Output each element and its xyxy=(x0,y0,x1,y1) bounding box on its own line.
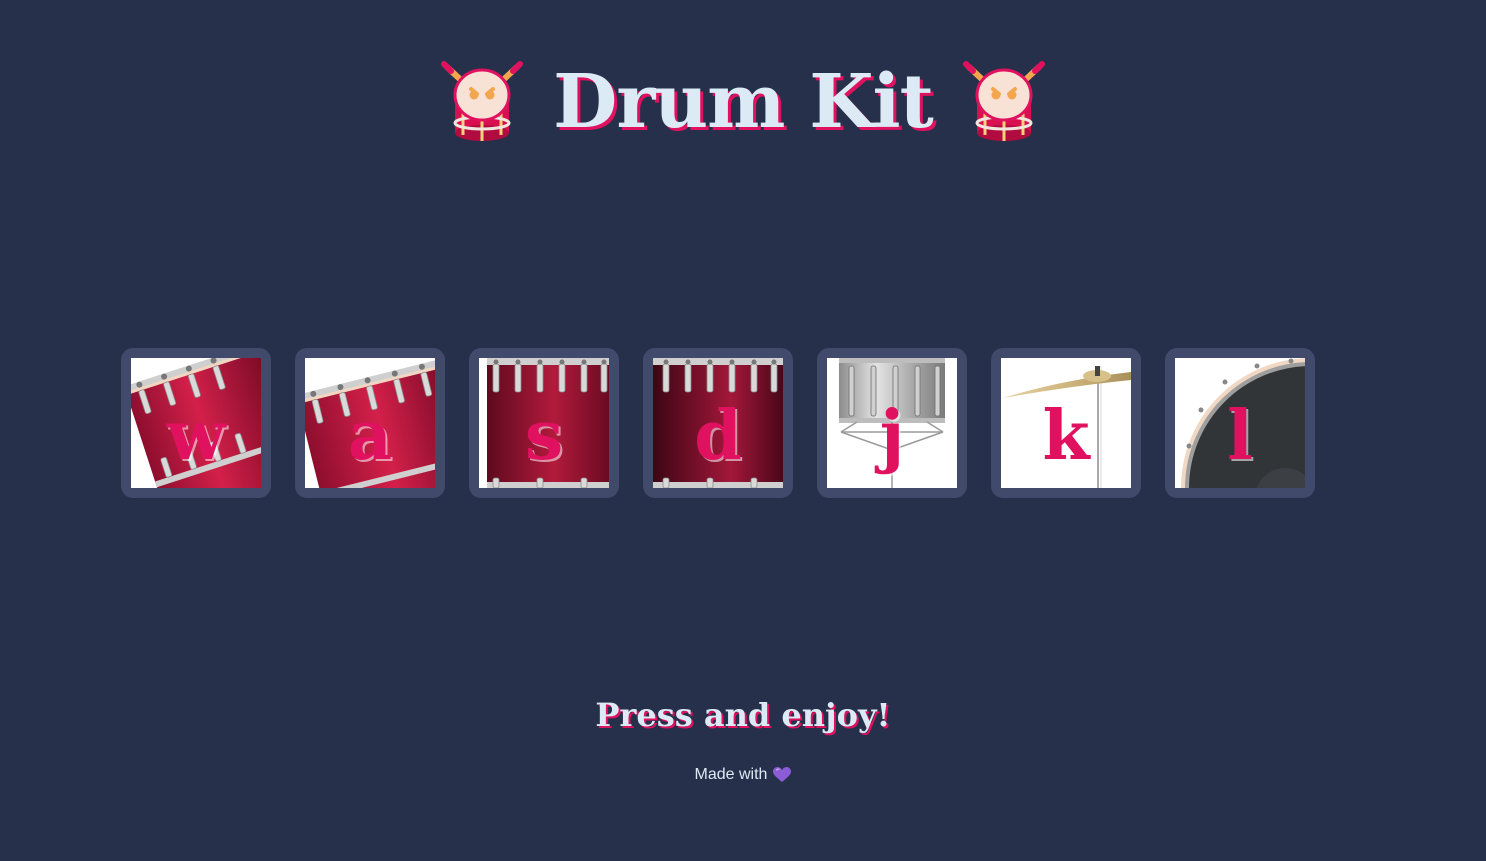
drum-key-k[interactable]: k xyxy=(991,348,1141,498)
tagline: Press and enjoy! xyxy=(595,696,891,734)
drum-key-a[interactable]: a xyxy=(295,348,445,498)
drum-key-face: w xyxy=(131,358,261,488)
drum-key-s[interactable]: s xyxy=(469,348,619,498)
key-letter: l xyxy=(1227,396,1253,476)
drum-key-face: l xyxy=(1175,358,1305,488)
drum-kit-page: Drum Kit w a s d j k l Press and enjoy! … xyxy=(0,0,1486,861)
key-letter: w xyxy=(166,396,226,476)
drum-emoji-icon xyxy=(441,61,524,141)
credit-line: Made with xyxy=(0,766,1486,784)
key-letter: j xyxy=(879,396,905,476)
drum-key-face: s xyxy=(479,358,609,488)
drum-key-l[interactable]: l xyxy=(1165,348,1315,498)
purple-heart-icon xyxy=(773,767,792,782)
drum-key-face: j xyxy=(827,358,957,488)
drum-key-face: a xyxy=(305,358,435,488)
drum-emoji-icon xyxy=(962,61,1045,141)
drum-key-j[interactable]: j xyxy=(817,348,967,498)
drum-key-face: d xyxy=(653,358,783,488)
key-letter: k xyxy=(1042,396,1090,476)
drum-key-w[interactable]: w xyxy=(121,348,271,498)
drum-keys: w a s d j k l xyxy=(121,348,1315,498)
page-title: Drum Kit xyxy=(553,59,934,145)
key-letter: d xyxy=(694,396,742,476)
credit-text: Made with xyxy=(694,766,768,783)
page-header: Drum Kit xyxy=(0,52,1486,152)
key-letter: s xyxy=(524,396,564,476)
drum-key-d[interactable]: d xyxy=(643,348,793,498)
drum-key-face: k xyxy=(1001,358,1131,488)
key-letter: a xyxy=(347,396,393,476)
